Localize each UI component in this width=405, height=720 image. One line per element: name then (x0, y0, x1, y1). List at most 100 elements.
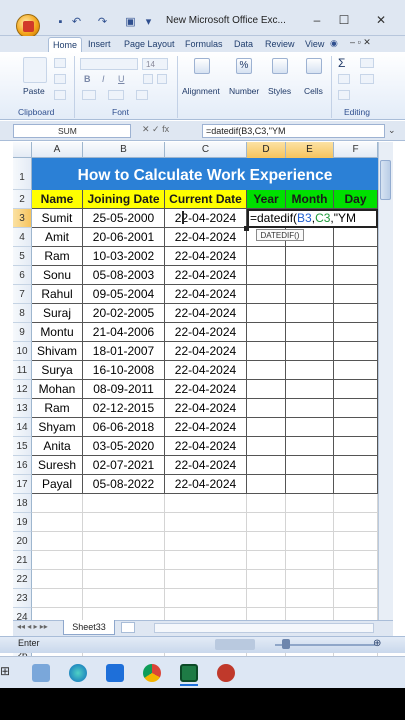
cell[interactable] (247, 513, 286, 532)
row-header-8[interactable]: 8 (13, 304, 32, 323)
row-header-2[interactable]: 2 (13, 190, 32, 209)
row-header-4[interactable]: 4 (13, 228, 32, 247)
maximize-icon[interactable]: ☐ (333, 12, 355, 28)
cell[interactable] (247, 570, 286, 589)
result-cell[interactable] (286, 380, 334, 399)
cell[interactable] (334, 513, 378, 532)
cell[interactable] (32, 513, 83, 532)
cell[interactable] (247, 589, 286, 608)
column-header-c[interactable]: C (165, 142, 247, 158)
joining-date-cell[interactable]: 06-06-2018 (83, 418, 165, 437)
name-cell[interactable]: Sumit (32, 209, 83, 228)
row-header-16[interactable]: 16 (13, 456, 32, 475)
result-cell[interactable] (334, 342, 378, 361)
header-cell-joining-date[interactable]: Joining Date (83, 190, 165, 209)
joining-date-cell[interactable]: 21-04-2006 (83, 323, 165, 342)
result-cell[interactable] (334, 437, 378, 456)
result-cell[interactable] (247, 418, 286, 437)
result-cell[interactable] (334, 247, 378, 266)
tab-home[interactable]: Home (48, 37, 83, 52)
bold-button[interactable]: B (84, 74, 91, 84)
row-header-6[interactable]: 6 (13, 266, 32, 285)
active-cell[interactable]: =datedif(B3,C3,"YM (247, 209, 378, 228)
result-cell[interactable] (286, 399, 334, 418)
result-cell[interactable] (247, 285, 286, 304)
zoom-slider-thumb[interactable] (282, 639, 290, 649)
row-header-1[interactable]: 1 (13, 158, 32, 190)
current-date-cell[interactable]: 22-04-2024 (165, 399, 247, 418)
name-cell[interactable]: Montu (32, 323, 83, 342)
tab-view[interactable]: View (301, 37, 328, 52)
result-cell[interactable] (247, 437, 286, 456)
name-cell[interactable]: Rahul (32, 285, 83, 304)
cell[interactable] (334, 494, 378, 513)
tab-page-layout[interactable]: Page Layout (120, 37, 179, 52)
fill-color-icon[interactable] (108, 90, 124, 100)
grow-font-icon[interactable] (143, 74, 153, 84)
cut-icon[interactable] (54, 58, 66, 68)
result-cell[interactable] (334, 475, 378, 494)
cell[interactable] (247, 494, 286, 513)
row-header-13[interactable]: 13 (13, 399, 32, 418)
row-header-11[interactable]: 11 (13, 361, 32, 380)
cell[interactable] (286, 513, 334, 532)
row-header-15[interactable]: 15 (13, 437, 32, 456)
paste-button[interactable]: Paste (23, 86, 45, 96)
minimize-icon[interactable]: – (306, 12, 328, 28)
find-select-icon[interactable] (360, 74, 374, 84)
result-cell[interactable] (286, 361, 334, 380)
paste-icon[interactable] (23, 57, 47, 83)
cell[interactable] (32, 589, 83, 608)
header-cell-name[interactable]: Name (32, 190, 83, 209)
result-cell[interactable] (286, 342, 334, 361)
result-cell[interactable] (286, 437, 334, 456)
name-cell[interactable]: Suraj (32, 304, 83, 323)
italic-button[interactable]: I (102, 74, 105, 84)
current-date-cell[interactable]: 22-04-2024 (165, 437, 247, 456)
row-header-22[interactable]: 22 (13, 570, 32, 589)
cell[interactable] (165, 532, 247, 551)
redo-icon[interactable]: ↷ (96, 16, 109, 29)
cells-button[interactable]: Cells (304, 86, 323, 96)
alignment-icon[interactable] (194, 58, 210, 74)
current-date-cell[interactable]: 22-04-2024 (165, 361, 247, 380)
cell[interactable] (165, 494, 247, 513)
zoom-in-icon[interactable]: ⊕ (373, 638, 381, 649)
result-cell[interactable] (334, 361, 378, 380)
header-cell-current-date[interactable]: Current Date (165, 190, 247, 209)
column-header-b[interactable]: B (83, 142, 165, 158)
joining-date-cell[interactable]: 20-02-2005 (83, 304, 165, 323)
result-cell[interactable] (286, 456, 334, 475)
sheet-nav-icon[interactable]: ◂◂ ◂ ▸ ▸▸ (17, 622, 48, 631)
joining-date-cell[interactable]: 25-05-2000 (83, 209, 165, 228)
result-cell[interactable] (247, 380, 286, 399)
result-cell[interactable] (334, 323, 378, 342)
title-cell[interactable]: How to Calculate Work Experience (32, 158, 378, 190)
cell[interactable] (83, 589, 165, 608)
fill-icon[interactable] (338, 74, 350, 84)
close-icon[interactable]: ✕ (370, 12, 392, 28)
result-cell[interactable] (334, 399, 378, 418)
current-date-cell[interactable]: 22-04-2024 (165, 475, 247, 494)
cell[interactable] (286, 551, 334, 570)
name-cell[interactable]: Anita (32, 437, 83, 456)
result-cell[interactable] (286, 266, 334, 285)
cell[interactable] (83, 513, 165, 532)
view-buttons[interactable] (215, 639, 255, 650)
current-date-cell[interactable]: 22-04-2024 (165, 304, 247, 323)
cell[interactable] (286, 589, 334, 608)
result-cell[interactable] (247, 475, 286, 494)
result-cell[interactable] (334, 285, 378, 304)
cell[interactable] (286, 494, 334, 513)
start-icon[interactable]: ⊞ (0, 664, 10, 678)
cell[interactable] (32, 570, 83, 589)
tab-data[interactable]: Data (230, 37, 257, 52)
cell[interactable] (286, 532, 334, 551)
joining-date-cell[interactable]: 02-07-2021 (83, 456, 165, 475)
row-header-14[interactable]: 14 (13, 418, 32, 437)
name-cell[interactable]: Ram (32, 399, 83, 418)
styles-button[interactable]: Styles (268, 86, 291, 96)
current-date-cell[interactable]: 22-04-2024 (165, 266, 247, 285)
name-cell[interactable]: Sonu (32, 266, 83, 285)
copy-icon[interactable] (54, 74, 66, 84)
